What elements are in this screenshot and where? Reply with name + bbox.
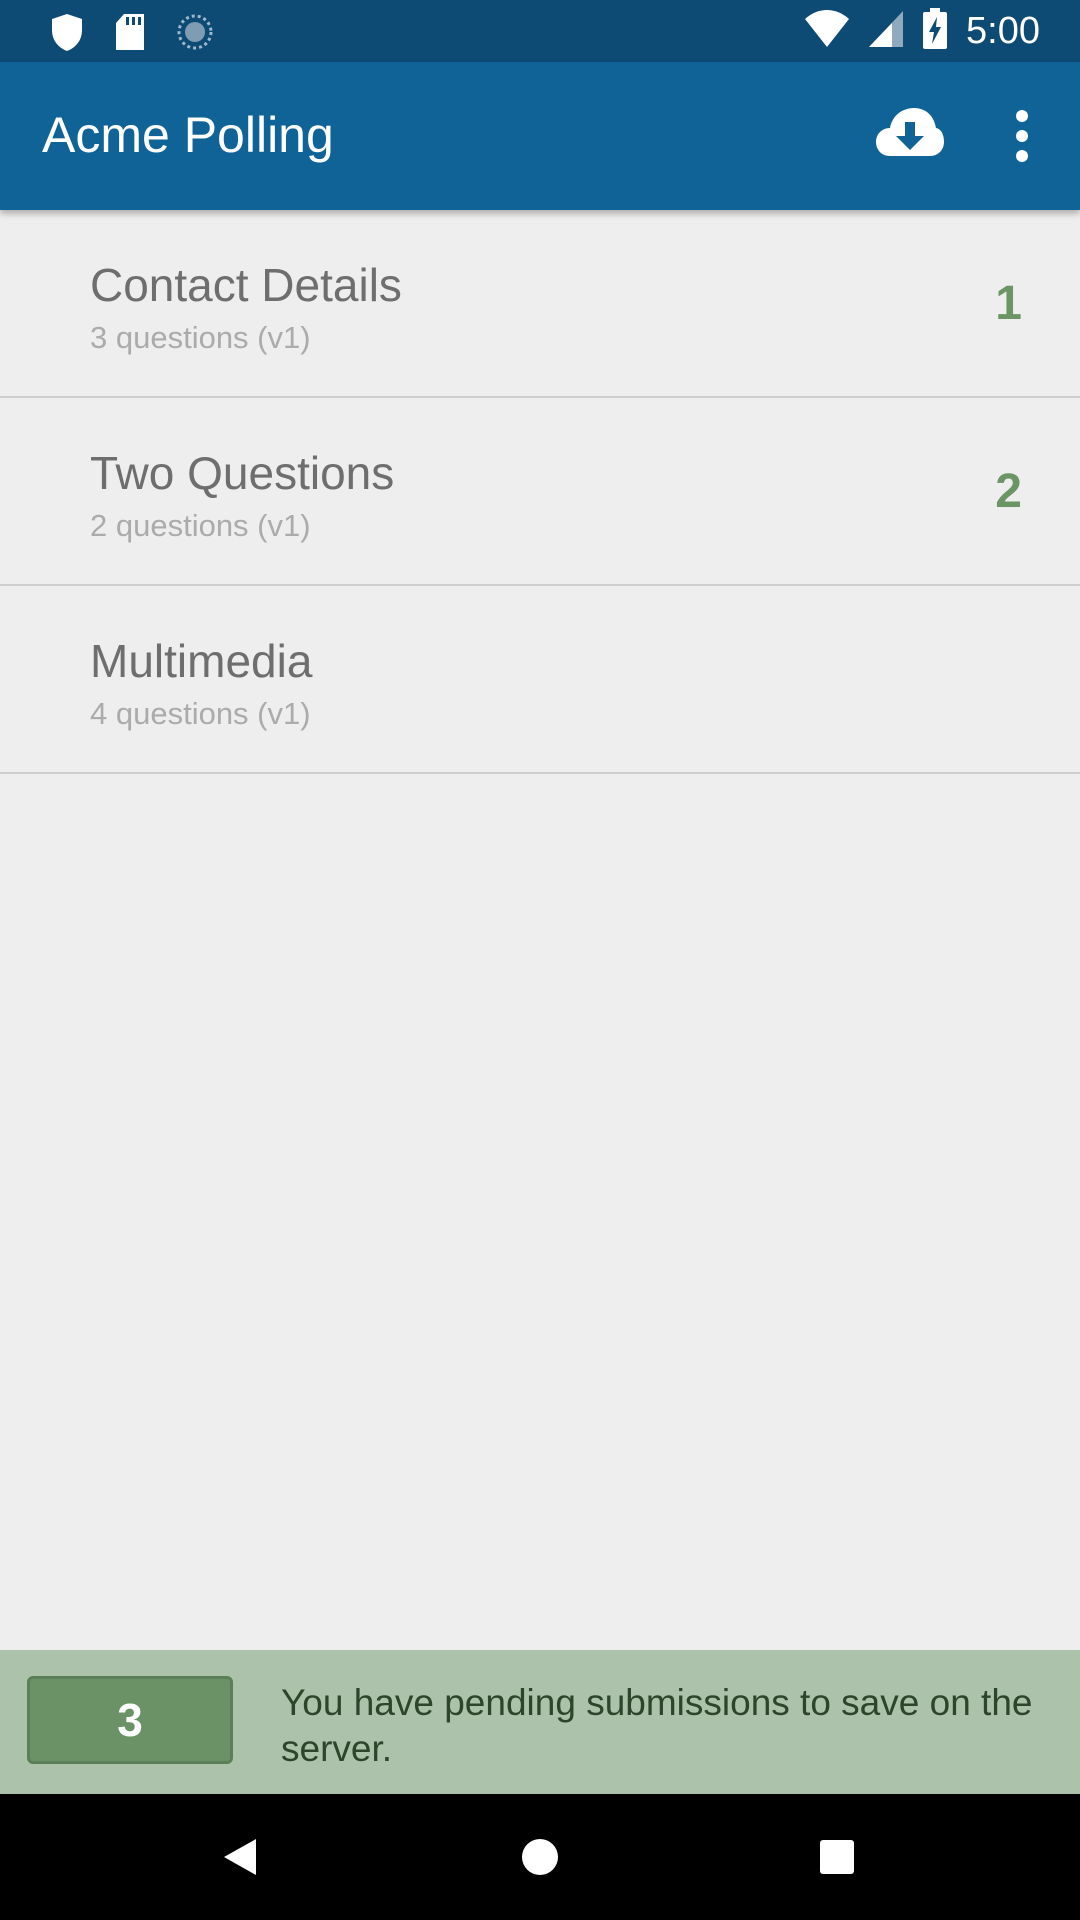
battery-charging-icon — [922, 8, 948, 55]
submission-count: 2 — [995, 465, 1022, 518]
status-system-icons: 5:00 — [804, 8, 1040, 55]
screen: 5:00 Acme Polling Contact Details 3 ques… — [0, 0, 1080, 1920]
home-icon — [522, 1839, 558, 1875]
home-button[interactable] — [507, 1824, 573, 1890]
signal-icon — [868, 9, 904, 54]
shield-icon — [50, 12, 84, 57]
back-button[interactable] — [208, 1824, 274, 1890]
app-bar: Acme Polling — [0, 62, 1080, 210]
list-item[interactable]: Contact Details 3 questions (v1) 1 — [0, 210, 1080, 398]
pending-message: You have pending submissions to save on … — [281, 1682, 1033, 1769]
recents-button[interactable] — [804, 1824, 870, 1890]
wifi-icon — [804, 9, 850, 54]
overflow-menu-button[interactable] — [1004, 102, 1040, 170]
form-meta: 2 questions (v1) — [90, 508, 311, 543]
status-time: 5:00 — [966, 10, 1040, 52]
submission-count: 1 — [995, 277, 1022, 330]
form-meta: 3 questions (v1) — [90, 320, 311, 355]
pending-count-button[interactable]: 3 — [27, 1676, 233, 1764]
pending-submissions-banner: 3 You have pending submissions to save o… — [0, 1650, 1080, 1794]
navigation-bar — [0, 1794, 1080, 1920]
form-name: Contact Details — [90, 259, 402, 311]
form-meta: 4 questions (v1) — [90, 696, 311, 731]
list-item[interactable]: Two Questions 2 questions (v1) 2 — [0, 398, 1080, 586]
back-icon — [224, 1839, 256, 1875]
recents-icon — [820, 1840, 854, 1874]
list-item[interactable]: Multimedia 4 questions (v1) — [0, 586, 1080, 774]
app-title: Acme Polling — [42, 107, 334, 163]
sd-card-icon — [114, 13, 146, 56]
download-forms-button[interactable] — [876, 106, 944, 166]
cloud-download-icon — [876, 108, 944, 156]
more-vert-icon — [1016, 110, 1028, 162]
form-name: Multimedia — [90, 635, 313, 687]
form-name: Two Questions — [90, 447, 395, 499]
status-notification-icons — [50, 12, 214, 57]
form-list: Contact Details 3 questions (v1) 1 Two Q… — [0, 210, 1080, 774]
status-bar: 5:00 — [0, 0, 1080, 62]
sync-icon — [176, 13, 214, 56]
